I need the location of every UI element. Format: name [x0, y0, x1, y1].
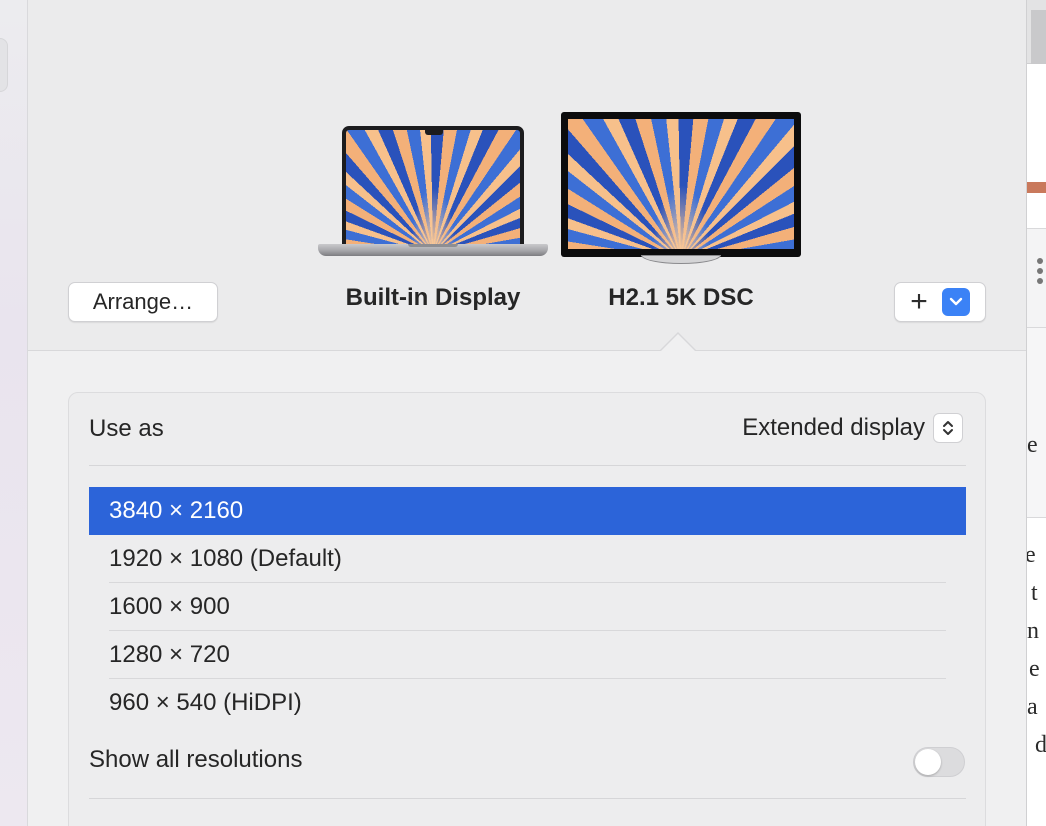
up-down-chevron-icon[interactable] — [933, 413, 963, 443]
display-arrangement-area: Arrange… Built-in Display H2.1 5K DSC + — [28, 0, 1026, 351]
use-as-value: Extended display — [742, 414, 925, 441]
text-fragment: e — [1026, 542, 1036, 568]
use-as-label: Use as — [89, 415, 164, 442]
text-fragment: d — [1035, 732, 1046, 758]
resolution-label: 3840 × 2160 — [109, 497, 244, 524]
monitor-bezel — [561, 112, 801, 257]
resolution-label: 1600 × 900 — [109, 593, 230, 620]
resolution-label: 960 × 540 (HiDPI) — [109, 689, 302, 716]
resolution-label: 1920 × 1080 (Default) — [109, 545, 342, 572]
show-all-resolutions-toggle[interactable] — [913, 747, 965, 777]
builtin-display-label: Built-in Display — [345, 284, 521, 311]
show-all-resolutions-label: Show all resolutions — [89, 746, 303, 773]
sidebar-selection[interactable] — [0, 38, 8, 92]
resolution-label: 1280 × 720 — [109, 641, 230, 668]
selection-pointer — [660, 334, 696, 352]
plus-icon[interactable]: + — [910, 287, 928, 317]
resolution-option-selected[interactable]: 3840 × 2160 — [89, 487, 966, 535]
resolution-option[interactable]: 1600 × 900 — [89, 583, 966, 631]
background-window-edge: e e t n e a d — [1026, 0, 1046, 826]
display-settings-window: Arrange… Built-in Display H2.1 5K DSC + … — [0, 0, 1046, 826]
more-icon[interactable] — [1037, 258, 1045, 284]
display-pane: Arrange… Built-in Display H2.1 5K DSC + … — [28, 0, 1026, 826]
text-fragment: n — [1027, 618, 1039, 644]
camera-notch — [425, 130, 443, 135]
monitor-stand — [641, 255, 721, 264]
wallpaper — [346, 130, 520, 244]
wallpaper — [568, 119, 794, 249]
divider — [89, 798, 966, 799]
sidebar-edge — [0, 0, 28, 826]
text-fragment: e — [1029, 656, 1040, 682]
scrollbar[interactable] — [1031, 10, 1046, 64]
divider — [89, 465, 966, 466]
resolution-option[interactable]: 1920 × 1080 (Default) — [89, 535, 966, 583]
laptop-screen — [346, 130, 520, 244]
external-display-thumbnail[interactable] — [561, 112, 801, 268]
toggle-knob — [915, 749, 941, 775]
monitor-screen — [568, 119, 794, 249]
add-display-button[interactable]: + — [894, 282, 986, 322]
text-fragment: a — [1027, 694, 1038, 720]
resolution-option[interactable]: 960 × 540 (HiDPI) — [89, 679, 966, 727]
text-fragment: e — [1027, 432, 1038, 458]
chevron-down-icon[interactable] — [941, 288, 970, 316]
resolution-list: 3840 × 2160 1920 × 1080 (Default) 1600 ×… — [89, 487, 966, 727]
resolution-option[interactable]: 1280 × 720 — [89, 631, 966, 679]
external-display-label: H2.1 5K DSC — [608, 284, 754, 311]
display-settings-card: Use as Extended display 3840 × 2160 1920… — [68, 392, 986, 826]
laptop-lid — [342, 126, 524, 244]
text-fragment: t — [1031, 580, 1038, 606]
background-toolbar — [1027, 0, 1046, 64]
arrange-button[interactable]: Arrange… — [68, 282, 218, 322]
use-as-popup[interactable]: Extended display — [742, 413, 963, 443]
arrange-button-label: Arrange… — [92, 289, 194, 314]
builtin-display-thumbnail[interactable] — [318, 126, 548, 264]
laptop-base — [318, 244, 548, 256]
accent-stripe — [1027, 182, 1046, 193]
background-panel — [1027, 328, 1046, 518]
